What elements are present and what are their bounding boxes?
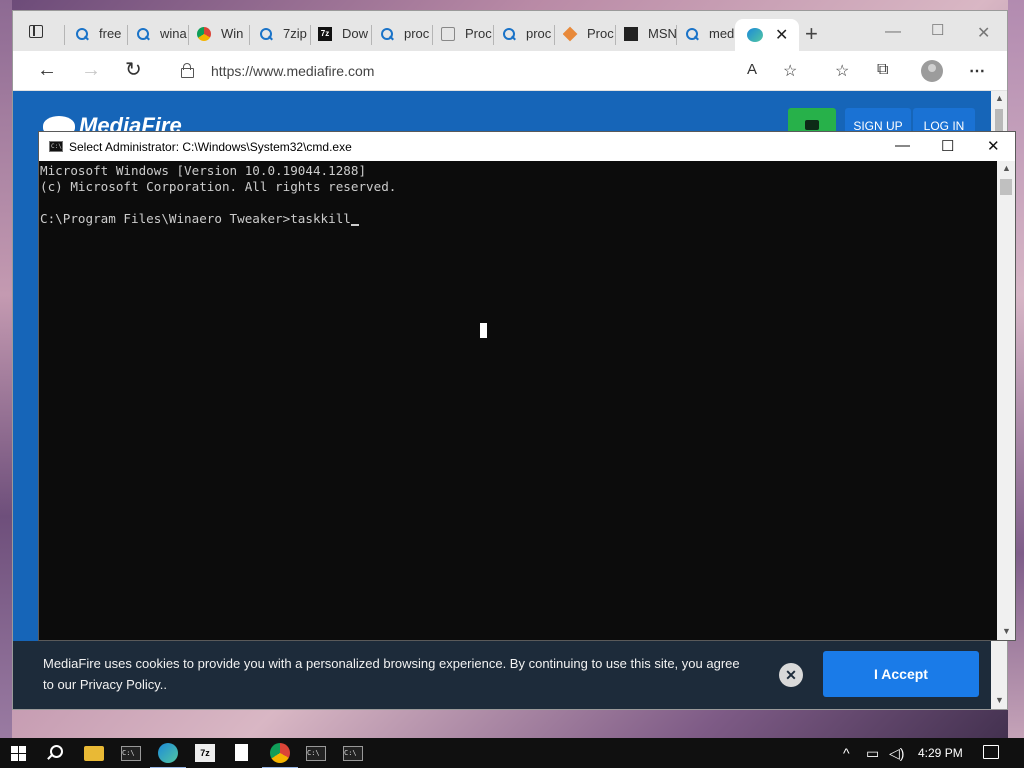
text-cursor [350, 224, 359, 226]
search-icon [502, 27, 516, 41]
document-icon [441, 26, 455, 41]
navigation-bar: ← → ↻ https://www.mediafire.com A ☆ ☆ ⧉ … [13, 51, 1007, 91]
console-line-version: Microsoft Windows [Version 10.0.19044.12… [40, 163, 367, 178]
close-window-button[interactable]: ✕ [977, 23, 990, 43]
back-button[interactable]: ← [37, 59, 57, 81]
start-button[interactable] [11, 746, 26, 761]
desktop-wallpaper-left [0, 0, 12, 738]
search-icon [75, 27, 89, 41]
cmd-icon[interactable]: C:\ [121, 746, 141, 761]
cmd-maximize-button[interactable]: ☐ [941, 137, 954, 155]
tab-proc-2[interactable]: Proc [441, 25, 493, 45]
file-explorer-icon[interactable] [84, 746, 104, 761]
tab-msn[interactable]: MSN [624, 25, 676, 45]
network-icon[interactable]: ▭ [866, 745, 879, 762]
cmd-minimize-button[interactable]: — [895, 137, 910, 154]
cmd-icon[interactable]: C:\ [306, 746, 326, 761]
tab-separator [371, 25, 372, 45]
tab-win[interactable]: Win [197, 25, 249, 45]
tab-separator [64, 25, 65, 45]
collections-icon[interactable]: ⧉ [877, 61, 888, 79]
tab-dow[interactable]: 7z Dow [318, 25, 372, 45]
tab-proc-4[interactable]: Proc [563, 25, 615, 45]
edge-icon[interactable] [150, 743, 186, 768]
clock[interactable]: 4:29 PM [918, 746, 963, 760]
tab-separator [127, 25, 128, 45]
tab-separator [432, 25, 433, 45]
cmd-icon[interactable]: C:\ [343, 746, 363, 761]
search-icon[interactable] [47, 745, 63, 759]
tab-actions-icon[interactable] [27, 23, 47, 41]
search-icon [259, 27, 273, 41]
mouse-ibeam-cursor [480, 323, 487, 338]
tab-wina[interactable]: wina [136, 25, 188, 45]
chrome-icon[interactable] [262, 743, 298, 768]
cmd-scroll-down-arrow-icon[interactable]: ▼ [1002, 626, 1011, 636]
lock-icon[interactable] [181, 63, 194, 78]
refresh-button[interactable]: ↻ [125, 59, 142, 81]
tab-separator [554, 25, 555, 45]
cmd-window: C:\ Select Administrator: C:\Windows\Sys… [38, 131, 1016, 641]
notification-icon[interactable] [983, 745, 999, 759]
console-input[interactable]: taskkill [290, 211, 351, 226]
cookie-close-button[interactable]: ✕ [779, 663, 803, 687]
edge-icon [747, 28, 763, 42]
file-icon[interactable] [233, 743, 253, 763]
msn-icon [624, 26, 638, 41]
search-icon [136, 27, 150, 41]
add-favorite-icon[interactable]: ☆ [783, 61, 797, 81]
cmd-title-bar[interactable]: C:\ Select Administrator: C:\Windows\Sys… [39, 132, 1015, 161]
cmd-scroll-up-arrow-icon[interactable]: ▲ [1002, 163, 1011, 173]
tab-separator [615, 25, 616, 45]
maximize-button[interactable]: ☐ [931, 21, 944, 39]
cmd-icon: C:\ [49, 141, 63, 152]
favorites-icon[interactable]: ☆ [835, 61, 849, 81]
show-hidden-icons-icon[interactable]: ^ [843, 745, 850, 761]
search-icon [380, 27, 394, 41]
tab-separator [493, 25, 494, 45]
more-options-icon[interactable]: ⋯ [969, 61, 985, 81]
accept-cookies-button[interactable]: I Accept [823, 651, 979, 697]
chrome-icon [197, 26, 211, 41]
cookie-banner: MediaFire uses cookies to provide you wi… [13, 641, 991, 709]
diamond-icon [563, 26, 578, 41]
tab-separator [188, 25, 189, 45]
volume-icon[interactable]: ◁) [889, 745, 904, 762]
tab-proc-1[interactable]: proc [380, 25, 432, 45]
close-tab-icon[interactable]: ✕ [775, 25, 788, 45]
minimize-button[interactable]: — [885, 23, 901, 41]
7zip-icon[interactable]: 7z [195, 744, 215, 762]
tab-proc-3[interactable]: proc [502, 25, 554, 45]
scroll-down-arrow-icon[interactable]: ▼ [995, 695, 1004, 705]
cmd-console[interactable]: Microsoft Windows [Version 10.0.19044.12… [39, 161, 997, 640]
scroll-up-arrow-icon[interactable]: ▲ [995, 93, 1004, 103]
tab-med[interactable]: med [685, 25, 735, 45]
search-icon [685, 27, 699, 41]
tab-active-mediafire[interactable]: ✕ [735, 19, 799, 51]
cmd-close-button[interactable]: ✕ [987, 137, 1000, 155]
address-bar[interactable]: https://www.mediafire.com [211, 63, 374, 79]
7zip-icon: 7z [318, 26, 332, 41]
cookie-message: MediaFire uses cookies to provide you wi… [43, 656, 740, 692]
cmd-scrollbar-thumb[interactable] [1000, 179, 1012, 195]
tab-free[interactable]: free [75, 25, 133, 45]
tab-separator [676, 25, 677, 45]
tab-separator [310, 25, 311, 45]
tab-7zip[interactable]: 7zip [259, 25, 311, 45]
cmd-scrollbar[interactable]: ▲ ▼ [997, 161, 1015, 640]
forward-button[interactable]: → [81, 59, 101, 81]
taskbar: C:\ 7z C:\ C:\ ^ ▭ ◁) 4:29 PM [0, 738, 1024, 768]
console-prompt: C:\Program Files\Winaero Tweaker> [40, 211, 291, 226]
cmd-title: Select Administrator: C:\Windows\System3… [69, 140, 352, 154]
tab-separator [249, 25, 250, 45]
read-aloud-icon[interactable]: A [747, 61, 757, 78]
profile-avatar[interactable] [921, 60, 943, 82]
tab-bar: free wina Win 7zip 7z Dow proc Proc proc … [13, 11, 1007, 51]
new-tab-button[interactable]: + [805, 23, 818, 45]
scrollbar-thumb[interactable] [995, 109, 1003, 133]
console-line-copyright: (c) Microsoft Corporation. All rights re… [40, 179, 397, 194]
